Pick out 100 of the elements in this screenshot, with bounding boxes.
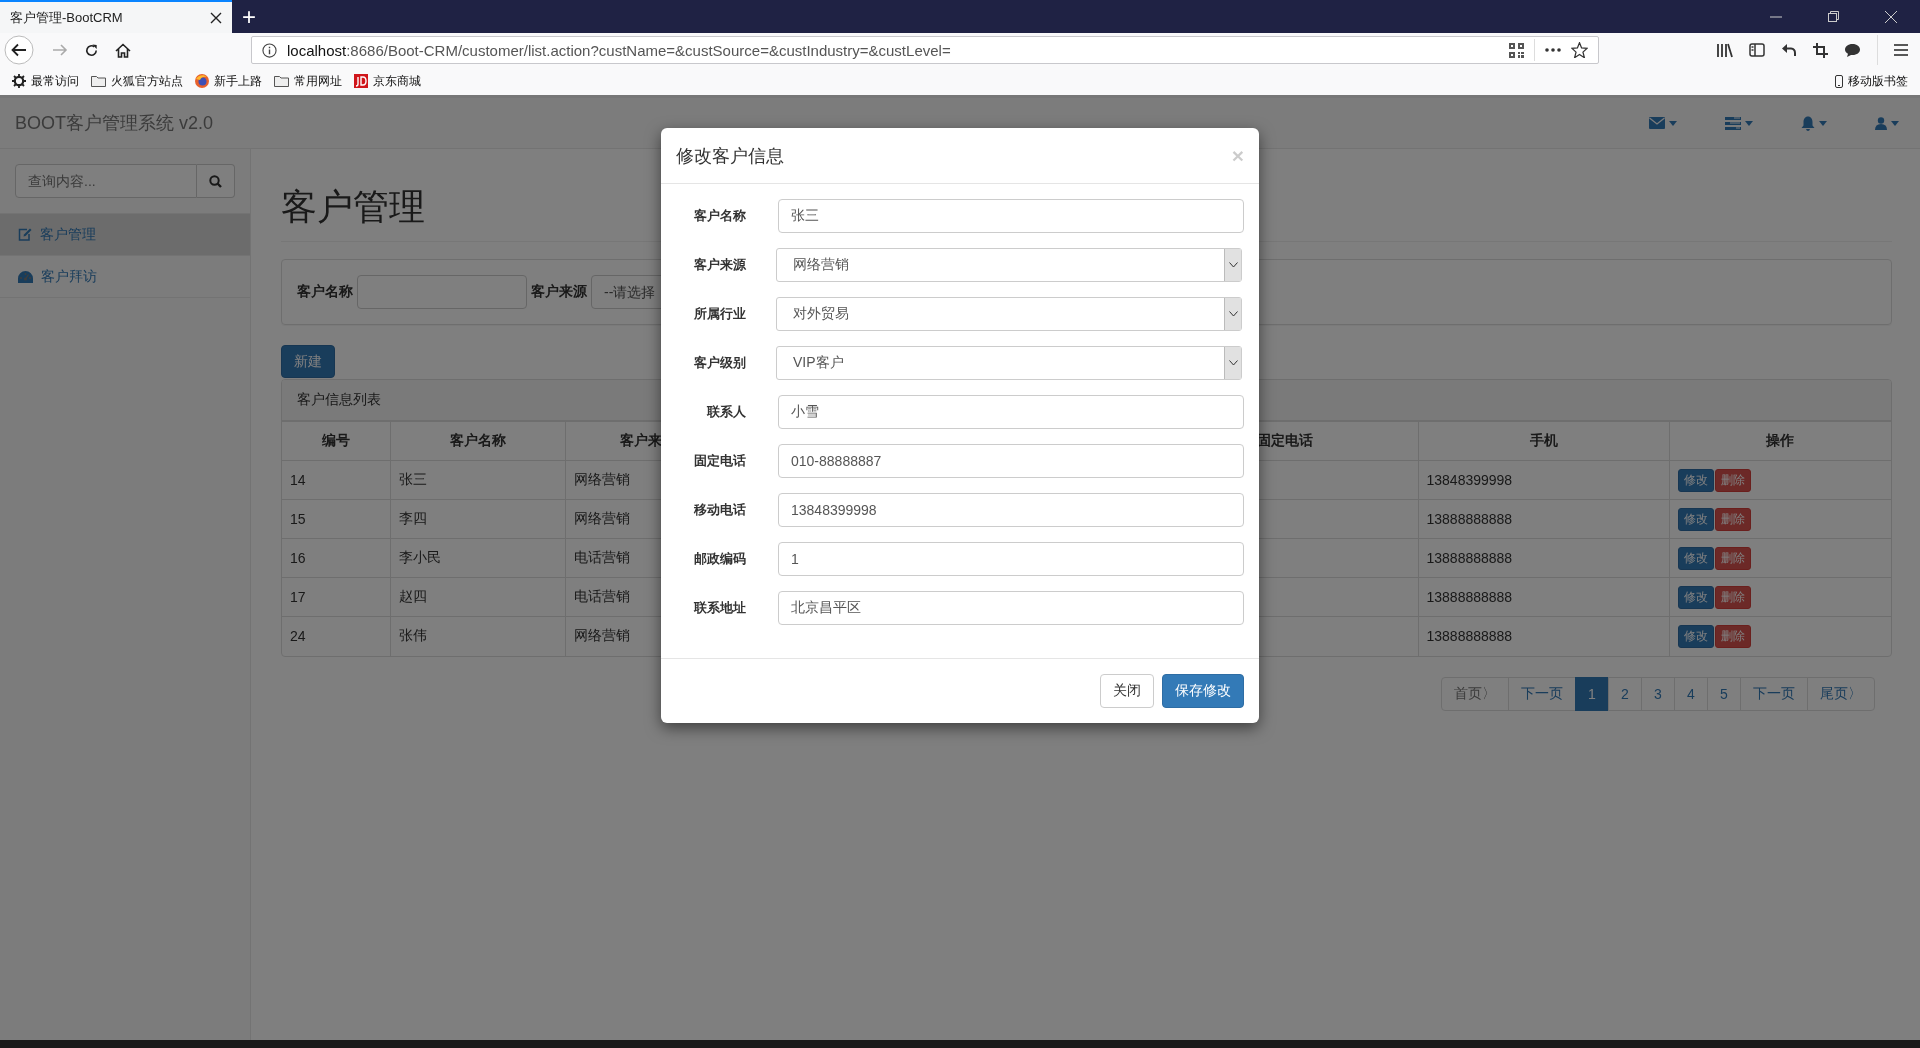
- close-icon[interactable]: [210, 11, 222, 24]
- table-cell: 17: [282, 577, 390, 617]
- undo-icon[interactable]: [1781, 43, 1797, 57]
- table-cell: 李小民: [390, 538, 565, 578]
- restore-icon[interactable]: [1828, 11, 1839, 22]
- caret-icon: [1669, 120, 1677, 126]
- column-header: 客户名称: [390, 421, 565, 461]
- delete-button[interactable]: 删除: [1714, 624, 1751, 648]
- menu-icon[interactable]: [1894, 44, 1908, 56]
- page-button[interactable]: 1: [1575, 676, 1609, 711]
- table-cell: 14: [282, 460, 390, 500]
- field-label: 客户名称: [693, 207, 746, 225]
- close-button[interactable]: 关闭: [1100, 674, 1154, 708]
- bookmark[interactable]: 最常访问: [12, 72, 79, 90]
- new-tab-button[interactable]: +: [232, 0, 266, 33]
- more-icon[interactable]: [1545, 48, 1561, 52]
- edit-button[interactable]: 修改: [1677, 585, 1714, 609]
- folder-icon: [91, 75, 106, 87]
- input-field[interactable]: 1: [778, 542, 1244, 576]
- shop-logo-icon: [354, 74, 368, 88]
- app-title: BOOT客户管理系统 v2.0: [15, 112, 214, 135]
- field-label: 邮政编码: [693, 550, 746, 568]
- new-button[interactable]: 新建: [281, 345, 335, 378]
- delete-button[interactable]: 删除: [1714, 507, 1751, 531]
- input-field[interactable]: 小雪: [778, 395, 1244, 429]
- select-field[interactable]: VIP客户: [776, 346, 1242, 380]
- input-field[interactable]: 张三: [778, 199, 1244, 233]
- info-icon: [262, 42, 277, 58]
- sidebar-item[interactable]: 客户管理: [0, 213, 250, 255]
- edit-button[interactable]: 修改: [1677, 624, 1714, 648]
- list-icon: [1725, 116, 1741, 130]
- field-label: 客户名称: [297, 283, 353, 301]
- globe-icon: [195, 74, 209, 88]
- qr-code-icon[interactable]: [1509, 42, 1524, 58]
- dashboard-icon: [18, 270, 33, 283]
- delete-button[interactable]: 删除: [1714, 585, 1751, 609]
- user-icon: [1875, 116, 1887, 130]
- select-field[interactable]: 网络营销: [776, 248, 1242, 282]
- customer-name-field[interactable]: [357, 275, 527, 309]
- bell-icon: [1801, 115, 1815, 131]
- bookmark[interactable]: 京东商城: [354, 72, 421, 90]
- field-label: 联系地址: [693, 599, 746, 617]
- edit-icon: [18, 228, 32, 241]
- column-header: 手机: [1418, 421, 1669, 461]
- messages-dropdown[interactable]: [1649, 117, 1677, 129]
- edit-button[interactable]: 修改: [1677, 468, 1714, 492]
- field-label: 所属行业: [693, 305, 746, 323]
- table-cell: 张三: [390, 460, 565, 500]
- caret-icon: [1819, 120, 1827, 126]
- star-icon[interactable]: [1571, 42, 1588, 58]
- folder-icon: [274, 75, 289, 87]
- field-label: 联系人: [706, 403, 746, 421]
- page-button[interactable]: 下一页: [1508, 676, 1576, 711]
- search-field[interactable]: 查询内容...: [15, 164, 197, 198]
- crop-icon[interactable]: [1813, 42, 1828, 58]
- field-label: 客户来源: [693, 256, 746, 274]
- page-button[interactable]: 下一页: [1740, 676, 1808, 711]
- page-button[interactable]: 尾页〉: [1807, 676, 1875, 711]
- user-dropdown[interactable]: [1875, 116, 1899, 130]
- alerts-dropdown[interactable]: [1801, 115, 1827, 131]
- select-field[interactable]: 对外贸易: [776, 297, 1242, 331]
- page-button[interactable]: 首页〉: [1441, 676, 1509, 711]
- browser-tab[interactable]: 客户管理-BootCRM: [0, 0, 232, 33]
- envelope-icon: [1649, 117, 1665, 129]
- page-button[interactable]: 4: [1674, 676, 1708, 711]
- chat-icon[interactable]: [1844, 42, 1861, 58]
- home-icon[interactable]: [115, 42, 131, 58]
- input-field[interactable]: 13848399998: [778, 493, 1244, 527]
- tasks-dropdown[interactable]: [1725, 116, 1753, 130]
- page-button[interactable]: 5: [1707, 676, 1741, 711]
- reload-icon[interactable]: [84, 42, 99, 58]
- search-button[interactable]: [197, 164, 235, 198]
- table-cell: 赵四: [390, 577, 565, 617]
- close-button[interactable]: ×: [1231, 143, 1244, 168]
- bookmark[interactable]: 移动版书签: [1835, 72, 1908, 90]
- library-icon[interactable]: [1717, 42, 1733, 58]
- bookmark[interactable]: 常用网址: [274, 72, 342, 90]
- chevron-down-icon: [1228, 311, 1238, 317]
- table-cell: 15: [282, 499, 390, 539]
- back-icon[interactable]: [4, 35, 34, 65]
- minimize-icon[interactable]: [1770, 15, 1782, 18]
- address-bar[interactable]: localhost:8686/Boot-CRM/customer/list.action?custName=&custSource=&custIndustry=&custLevel=: [251, 36, 1599, 64]
- save-button[interactable]: 保存修改: [1162, 674, 1244, 708]
- table-cell: 13888888888: [1418, 499, 1669, 539]
- delete-button[interactable]: 删除: [1714, 468, 1751, 492]
- table-cell: 13888888888: [1418, 538, 1669, 578]
- field-label: 移动电话: [693, 501, 746, 519]
- bookmark[interactable]: 火狐官方站点: [91, 72, 183, 90]
- table-cell: 13888888888: [1418, 577, 1669, 617]
- page-button[interactable]: 2: [1608, 676, 1642, 711]
- bookmark[interactable]: 新手上路: [195, 72, 262, 90]
- edit-button[interactable]: 修改: [1677, 546, 1714, 570]
- delete-button[interactable]: 删除: [1714, 546, 1751, 570]
- sidebar-item[interactable]: 客户拜访: [0, 255, 250, 298]
- sidebar-icon[interactable]: [1749, 43, 1765, 57]
- edit-button[interactable]: 修改: [1677, 507, 1714, 531]
- page-button[interactable]: 3: [1641, 676, 1675, 711]
- input-field[interactable]: 北京昌平区: [778, 591, 1244, 625]
- column-header: 操作: [1669, 421, 1891, 461]
- input-field[interactable]: 010-88888887: [778, 444, 1244, 478]
